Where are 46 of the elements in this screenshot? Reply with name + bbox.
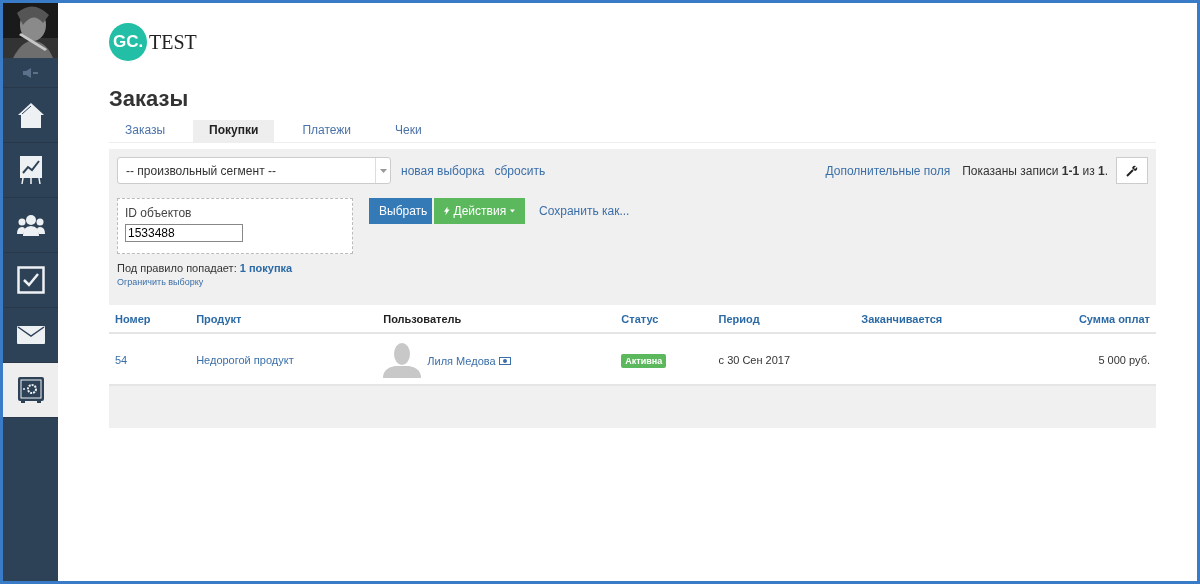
records-info: Показаны записи 1-1 из 1. xyxy=(962,163,1108,178)
column-header[interactable]: Продукт xyxy=(196,313,242,325)
column-header[interactable]: Период xyxy=(718,313,760,325)
wrench-icon xyxy=(1126,164,1138,177)
caret-icon xyxy=(379,168,387,173)
logo-mark: GC. xyxy=(109,23,147,61)
tab[interactable]: Чеки xyxy=(379,120,438,142)
logo-text: TEST xyxy=(149,30,197,54)
column-header[interactable]: Статус xyxy=(621,313,659,325)
safe-icon xyxy=(16,376,45,404)
segment-dropdown[interactable]: -- произвольный сегмент -- xyxy=(117,157,391,184)
save-as-link[interactable]: Сохранить как... xyxy=(539,204,630,218)
rule-count-link[interactable]: 1 покупка xyxy=(239,262,293,274)
page-title: Заказы xyxy=(109,86,190,112)
tab[interactable]: Покупки xyxy=(193,120,275,142)
extra-fields-link[interactable]: Дополнительные поля xyxy=(825,163,951,178)
checkbox-icon xyxy=(16,266,45,294)
people-icon xyxy=(16,214,45,236)
lightning-icon xyxy=(444,205,450,217)
status-badge: Активна xyxy=(621,354,667,368)
select-button[interactable]: Выбрать xyxy=(369,198,432,224)
period-cell: с 30 Сен 2017 xyxy=(718,354,791,366)
filter-link[interactable]: сбросить xyxy=(494,163,546,178)
id-input-field[interactable]: 1533488 xyxy=(125,224,243,242)
filter-link[interactable]: новая выборка xyxy=(401,163,485,178)
order-number[interactable]: 54 xyxy=(115,354,128,366)
home-icon xyxy=(16,101,45,129)
caret-icon xyxy=(510,209,515,213)
user-avatar-icon xyxy=(383,342,422,378)
field-label: ID объектов xyxy=(125,206,193,220)
mail-icon xyxy=(16,326,45,344)
product-link[interactable]: Недорогой продукт xyxy=(196,354,294,366)
money-icon xyxy=(498,357,511,365)
payment-sum: 5 000 руб. xyxy=(1098,354,1150,366)
column-header[interactable]: Номер xyxy=(115,313,151,325)
limit-link[interactable]: Ограничить выборку xyxy=(117,277,1148,287)
column-header[interactable]: Сумма оплат xyxy=(1078,313,1150,325)
rule-text: Под правило попадает: xyxy=(117,262,237,274)
sidebar-item[interactable] xyxy=(3,363,58,418)
column-header[interactable]: Пользователь xyxy=(383,313,462,325)
column-header[interactable]: Заканчивается xyxy=(861,313,943,325)
settings-button[interactable] xyxy=(1116,157,1148,184)
chart-icon xyxy=(18,155,43,185)
tab[interactable]: Заказы xyxy=(109,120,182,142)
tab[interactable]: Платежи xyxy=(286,120,368,142)
user-link[interactable]: Лиля Медова xyxy=(427,355,496,367)
